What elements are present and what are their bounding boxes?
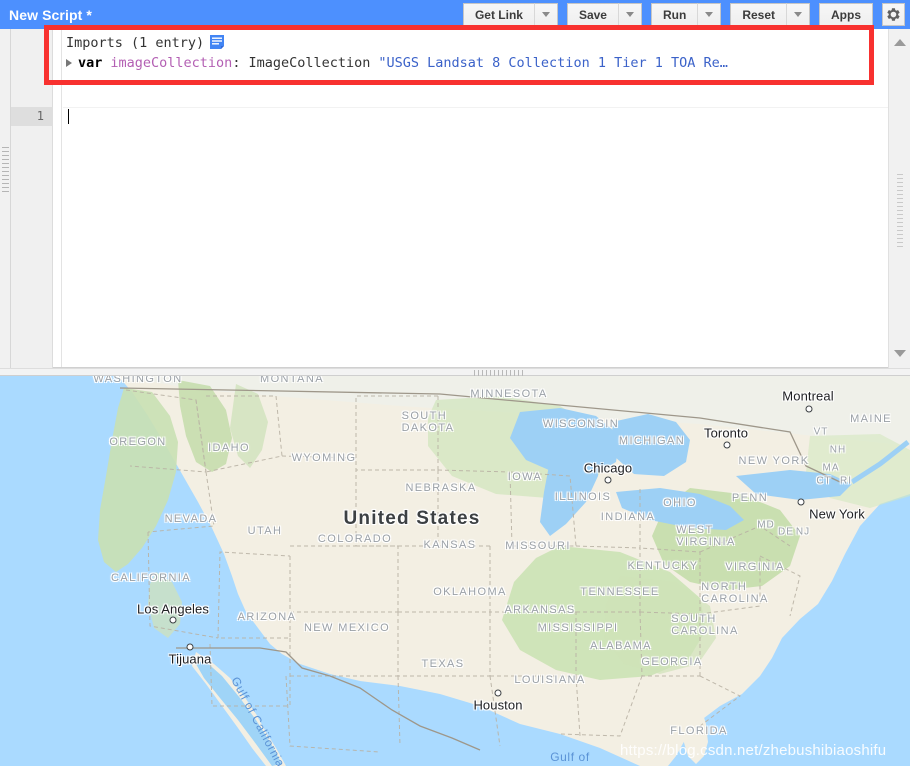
reset-button[interactable]: Reset [730, 3, 786, 26]
chevron-right-icon[interactable] [66, 59, 72, 67]
save-button-group[interactable]: Save [566, 3, 642, 26]
toolbar: Get Link Save Run Reset Apps [462, 0, 910, 29]
triangle-up-icon [894, 38, 906, 46]
map-geometry [0, 376, 910, 766]
import-keyword: var [78, 55, 103, 71]
map-canvas[interactable]: WASHINGTON MONTANA OREGON IDAHO WYOMING … [0, 376, 910, 766]
imports-note-icon[interactable] [210, 35, 225, 51]
chevron-down-icon [794, 12, 802, 17]
reset-button-group[interactable]: Reset [730, 3, 810, 26]
save-dropdown-button[interactable] [617, 3, 642, 26]
top-bar: New Script * Get Link Save Run Reset App… [0, 0, 910, 29]
line-number-gutter: 1 [11, 29, 53, 368]
run-button-group[interactable]: Run [650, 3, 722, 26]
city-dot-toronto[interactable] [723, 441, 731, 449]
scrollbar-grip-icon [897, 174, 903, 250]
code-editor-pane: 1 Imports (1 entry) var imageCollection … [0, 29, 910, 368]
city-dot-new-york[interactable] [797, 498, 805, 506]
left-panel-drag-handle[interactable] [0, 29, 11, 368]
pane-splitter[interactable] [0, 368, 910, 376]
gear-icon[interactable] [882, 3, 905, 26]
scroll-up-arrow-icon[interactable] [889, 33, 910, 51]
triangle-down-icon [894, 349, 906, 357]
imports-title: Imports (1 entry) [66, 35, 205, 51]
editor-vertical-scrollbar[interactable] [888, 29, 910, 368]
get-link-dropdown-button[interactable] [533, 3, 558, 26]
chevron-down-icon [705, 12, 714, 17]
import-asset-id[interactable]: "USGS Landsat 8 Collection 1 Tier 1 TOA … [370, 53, 728, 73]
code-text-area[interactable]: Imports (1 entry) var imageCollection : … [54, 29, 888, 367]
chevron-down-icon [541, 12, 550, 17]
import-entry-row[interactable]: var imageCollection : ImageCollection "U… [66, 53, 728, 73]
import-colon: : [232, 55, 241, 71]
active-line-highlight [11, 107, 53, 126]
imports-header[interactable]: Imports (1 entry) [66, 33, 728, 53]
drag-grip-icon [2, 147, 9, 195]
import-type: ImageCollection [248, 55, 371, 71]
line-number-1: 1 [36, 109, 44, 123]
code-fold-bar[interactable] [54, 29, 62, 367]
import-variable-name[interactable]: imageCollection [102, 53, 232, 73]
city-dot-chicago[interactable] [604, 476, 612, 484]
apps-button-group[interactable]: Apps [819, 3, 873, 26]
scroll-down-arrow-icon[interactable] [889, 344, 910, 362]
page-title: New Script * [9, 6, 92, 23]
city-dot-montreal[interactable] [805, 405, 813, 413]
run-dropdown-button[interactable] [697, 3, 722, 26]
city-dot-houston[interactable] [494, 689, 502, 697]
imports-panel[interactable]: Imports (1 entry) var imageCollection : … [66, 33, 728, 73]
city-dot-los-angeles[interactable] [169, 616, 177, 624]
get-link-button-group[interactable]: Get Link [462, 3, 558, 26]
reset-dropdown-button[interactable] [786, 3, 810, 26]
save-button[interactable]: Save [566, 3, 618, 26]
city-dot-tijuana[interactable] [186, 643, 194, 651]
get-link-button[interactable]: Get Link [462, 3, 534, 26]
earth-engine-code-editor: New Script * Get Link Save Run Reset App… [0, 0, 910, 766]
text-caret [68, 109, 69, 124]
apps-button[interactable]: Apps [819, 3, 873, 26]
run-button[interactable]: Run [650, 3, 698, 26]
active-code-line[interactable] [63, 107, 888, 126]
chevron-down-icon [625, 12, 634, 17]
